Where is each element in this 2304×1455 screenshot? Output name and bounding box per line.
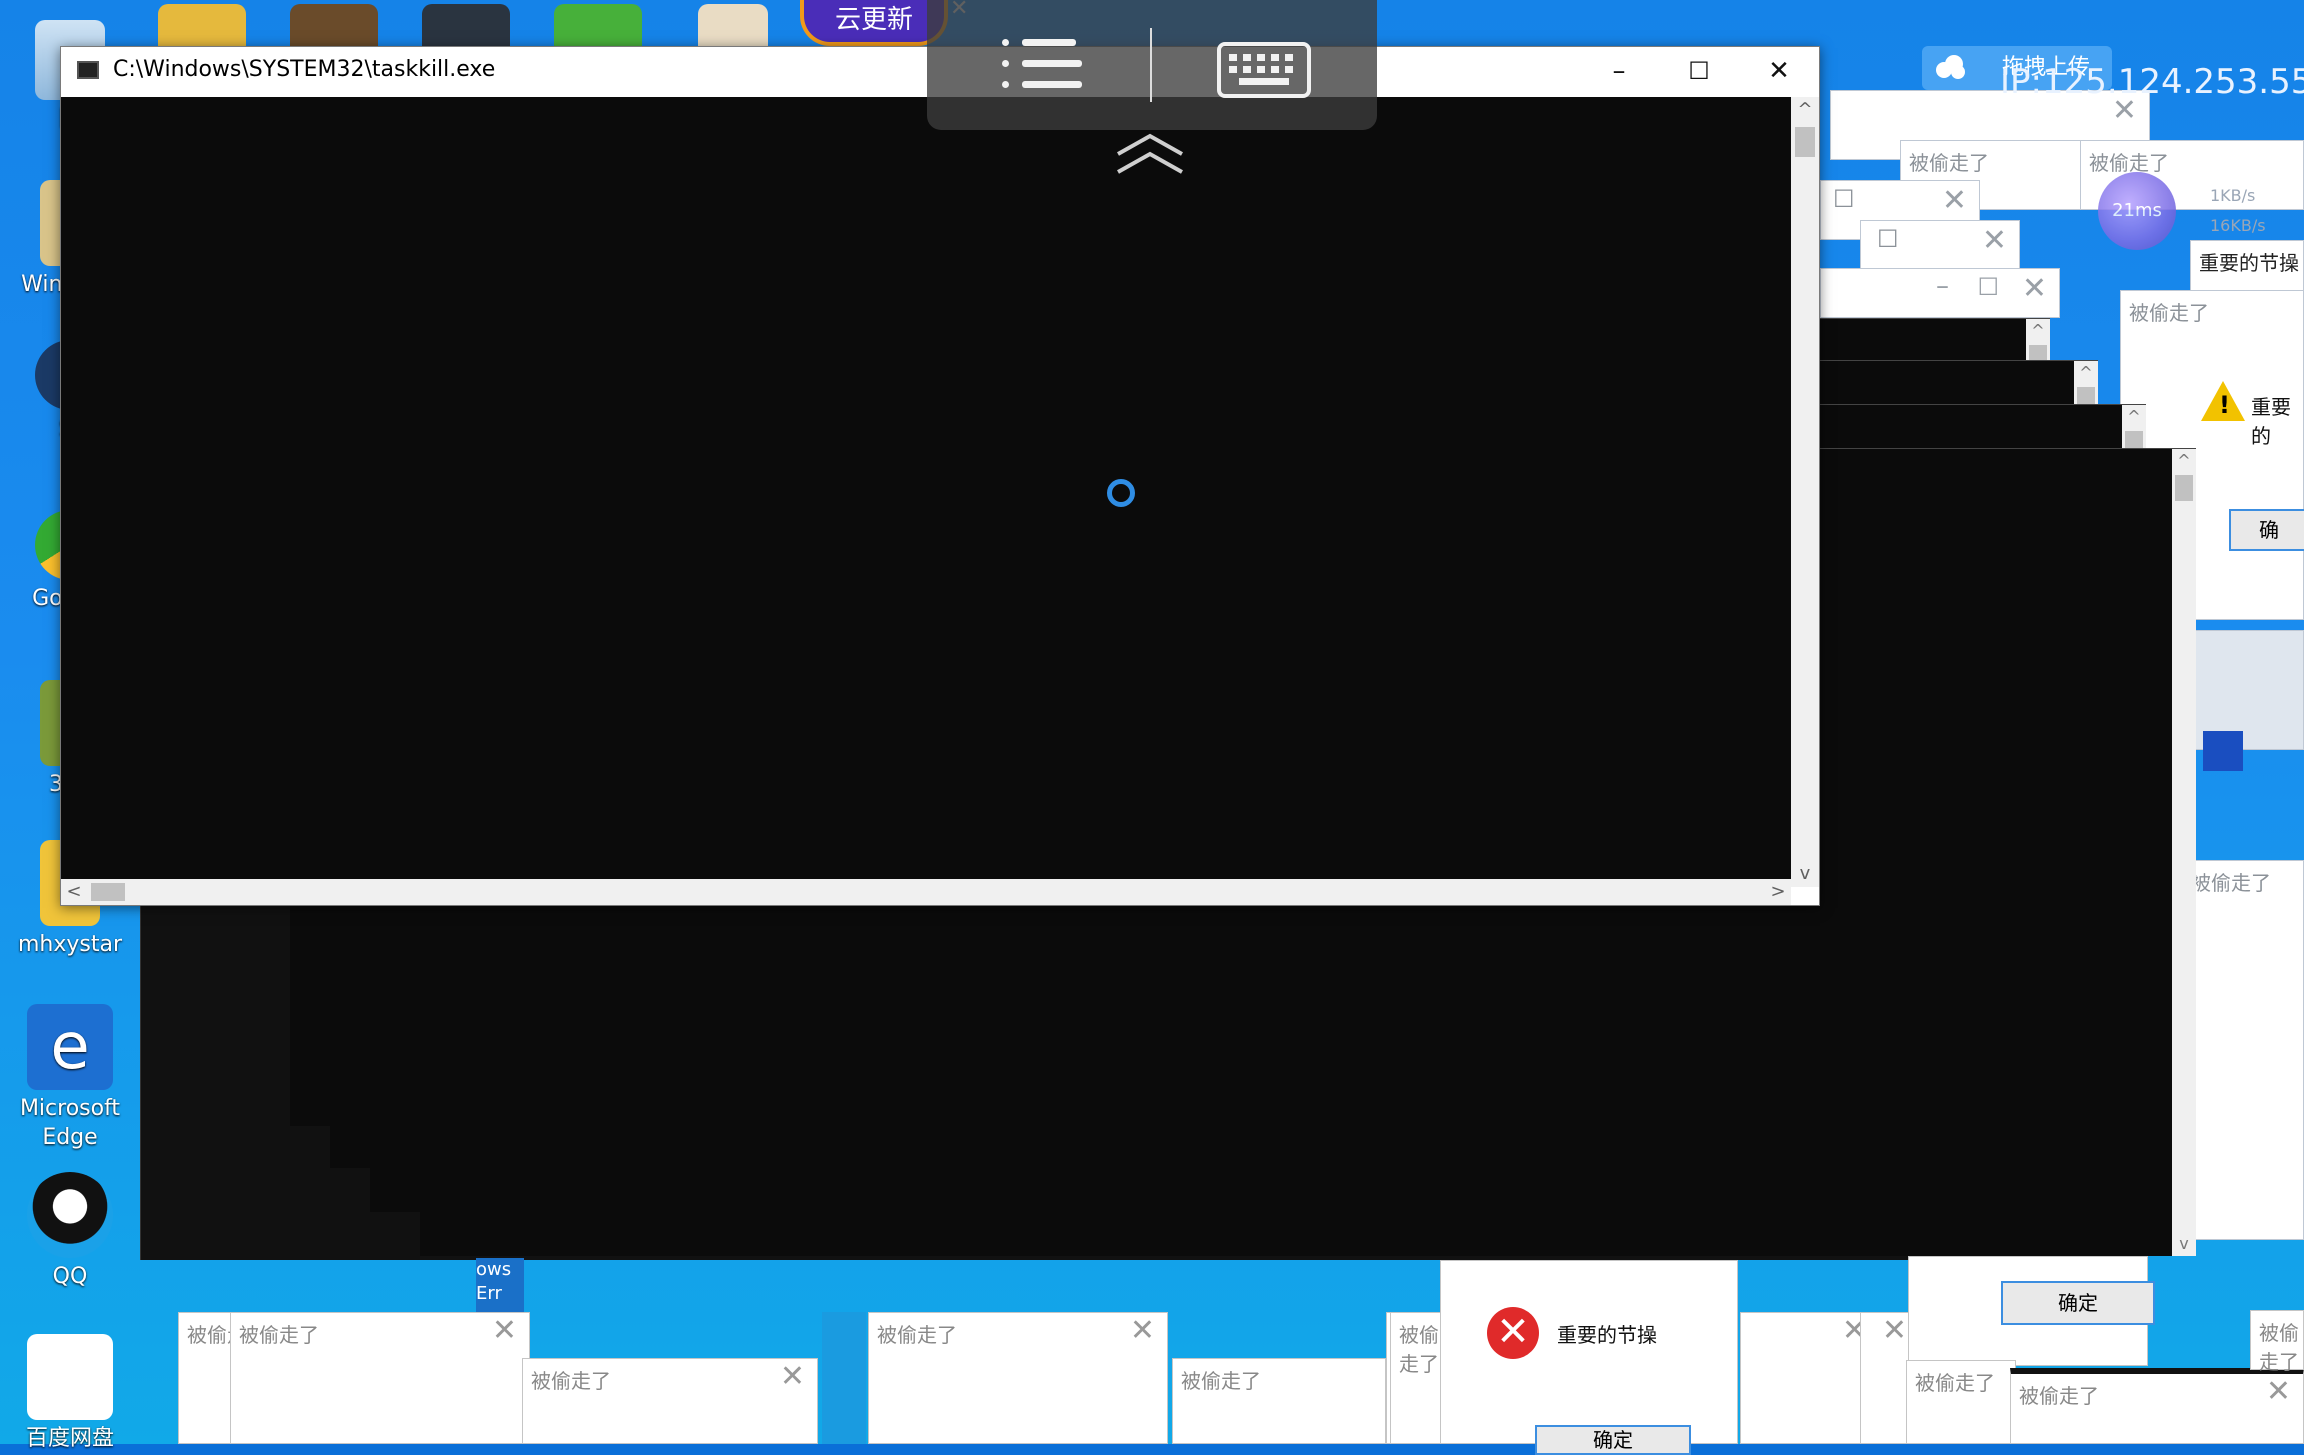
cloud-update-badge[interactable]: 云更新 [800, 0, 948, 46]
dialog-title: 被偷走了 [2191, 871, 2271, 895]
dialog-title: 被偷走了 [239, 1323, 319, 1347]
maximize-icon[interactable]: ☐ [1833, 185, 1855, 213]
stolen-dialog[interactable]: 被偷走了 [2190, 860, 2304, 1240]
scroll-down-icon[interactable]: v [1791, 861, 1819, 887]
download-speed: 16KB/s [2210, 216, 2266, 235]
desktop-icon-label: QQ [52, 1264, 88, 1289]
loading-spinner-icon [1107, 479, 1135, 507]
stolen-dialog[interactable]: 被偷走了 ✕ [522, 1358, 818, 1444]
edge-icon: e [27, 1004, 113, 1090]
minimize-icon[interactable]: – [1936, 271, 1949, 301]
desktop-icon-qq[interactable]: QQ [8, 1172, 132, 1291]
horizontal-scrollbar[interactable]: < > [61, 879, 1791, 905]
close-icon[interactable]: ✕ [1130, 1313, 1155, 1348]
console-output-area[interactable] [61, 97, 1791, 887]
app-icon-4[interactable] [554, 4, 642, 48]
toolbar-divider [1150, 28, 1152, 102]
ok-button[interactable]: 确 [2229, 509, 2304, 551]
window-title: C:\Windows\SYSTEM32\taskkill.exe [113, 57, 496, 82]
error-dialog[interactable]: ✕ 重要的节操 确定 [1440, 1260, 1738, 1455]
scroll-thumb[interactable] [1795, 127, 1815, 157]
dialog-text: 重要的节操 [2199, 251, 2299, 275]
desktop-icon-label: 百度网盘 [25, 1426, 114, 1451]
ok-button[interactable]: 确定 [1535, 1425, 1691, 1455]
app-icon-3[interactable] [422, 4, 510, 48]
dialog-title: 被偷走了 [1909, 151, 1989, 175]
ping-indicator: 21ms [2098, 172, 2176, 250]
desktop-icon-label: Microsoft Edge [19, 1096, 121, 1150]
error-x-icon: ✕ [1487, 1307, 1539, 1359]
close-icon[interactable]: ✕ [1882, 1313, 1907, 1348]
desktop-icon-edge[interactable]: e Microsoft Edge [8, 1004, 132, 1152]
blue-panel [822, 1312, 866, 1444]
vertical-scrollbar[interactable]: ^v [2172, 449, 2196, 1256]
dialog-text: 重要的 [2251, 395, 2291, 448]
stolen-dialog[interactable]: 被偷走了 [2250, 1310, 2304, 1374]
close-icon[interactable]: ✕ [492, 1313, 517, 1348]
blue-block [2203, 731, 2243, 771]
app-icon-1[interactable] [158, 4, 246, 48]
desktop-icon-baidu-pan[interactable]: 百度网盘 [8, 1334, 132, 1453]
dialog-title: 被偷走了 [2259, 1321, 2299, 1374]
qq-penguin-icon [27, 1172, 113, 1258]
dialog-title: 被偷走了 [877, 1323, 957, 1347]
chevron-up-icon [1117, 133, 1183, 174]
folder-icon[interactable] [698, 4, 768, 48]
dialog-text: 重要的节操 [1557, 1323, 1657, 1347]
close-icon[interactable]: ✕ [780, 1359, 805, 1394]
stolen-dialog[interactable]: 被偷走了 [1172, 1358, 1386, 1444]
ok-button[interactable]: 确定 [2001, 1281, 2155, 1325]
keyboard-icon[interactable] [1217, 42, 1311, 98]
windows-error-fragment: ows Err [476, 1258, 524, 1312]
scroll-up-icon[interactable]: ^ [1791, 97, 1819, 123]
dialog-title: 被偷走了 [531, 1369, 611, 1393]
stolen-dialog[interactable]: ✕ [1740, 1312, 1880, 1444]
scroll-thumb[interactable] [91, 883, 125, 901]
maximize-button[interactable]: ☐ [1659, 47, 1739, 97]
console-icon [77, 61, 99, 79]
ok-dialog[interactable]: 确定 [1908, 1256, 2155, 1366]
stolen-dialog[interactable]: 被偷走了 ✕ [2010, 1368, 2304, 1444]
dialog-title: 被偷走了 [1181, 1369, 1261, 1393]
dialog-title: 被偷走了 [2019, 1384, 2099, 1408]
maximize-icon[interactable]: ☐ [1977, 273, 1999, 301]
scroll-right-icon[interactable]: > [1765, 879, 1791, 905]
remote-toolbar [927, 0, 1377, 130]
dialog-title: 被偷走了 [1399, 1323, 1439, 1376]
upload-speed: 1KB/s [2210, 186, 2256, 205]
app-icon-2[interactable] [290, 4, 378, 48]
close-icon[interactable]: ✕ [1982, 223, 2007, 258]
stolen-dialog[interactable]: 被偷走了 ✕ [868, 1312, 1168, 1444]
warning-icon: ! [2201, 381, 2245, 421]
background-window [2190, 630, 2304, 771]
vertical-scrollbar[interactable]: ^ v [1791, 97, 1819, 887]
stolen-dialog[interactable]: 被偷走了 [1906, 1360, 2016, 1444]
menu-list-icon[interactable] [1002, 34, 1082, 96]
stolen-dialog[interactable]: 被偷走了 ✕ [230, 1312, 530, 1444]
cloud-icon [1936, 55, 1965, 79]
desktop-icon-label: mhxystar [17, 932, 123, 957]
collapse-toolbar-icon[interactable] [1110, 130, 1190, 180]
console-titlebar[interactable]: – ☐ ✕ [1820, 268, 2060, 318]
close-icon[interactable]: ✕ [1942, 183, 1967, 218]
close-icon[interactable]: ✕ [2022, 271, 2047, 306]
close-button[interactable]: ✕ [1739, 47, 1819, 97]
minimize-button[interactable]: – [1579, 47, 1659, 97]
taskkill-console-window[interactable]: C:\Windows\SYSTEM32\taskkill.exe – ☐ ✕ ^… [60, 46, 1820, 906]
maximize-icon[interactable]: ☐ [1877, 225, 1899, 253]
dialog-title: 被偷走了 [1915, 1371, 1995, 1395]
close-icon[interactable]: ✕ [2266, 1374, 2291, 1409]
stolen-dialog[interactable]: 被偷走了 [1390, 1312, 1446, 1444]
dialog-title: 被偷走了 [2129, 301, 2209, 325]
ip-address: IP:125.124.253.55 [2000, 62, 2304, 102]
scroll-left-icon[interactable]: < [61, 879, 87, 905]
baidu-cloud-icon [27, 1334, 113, 1420]
